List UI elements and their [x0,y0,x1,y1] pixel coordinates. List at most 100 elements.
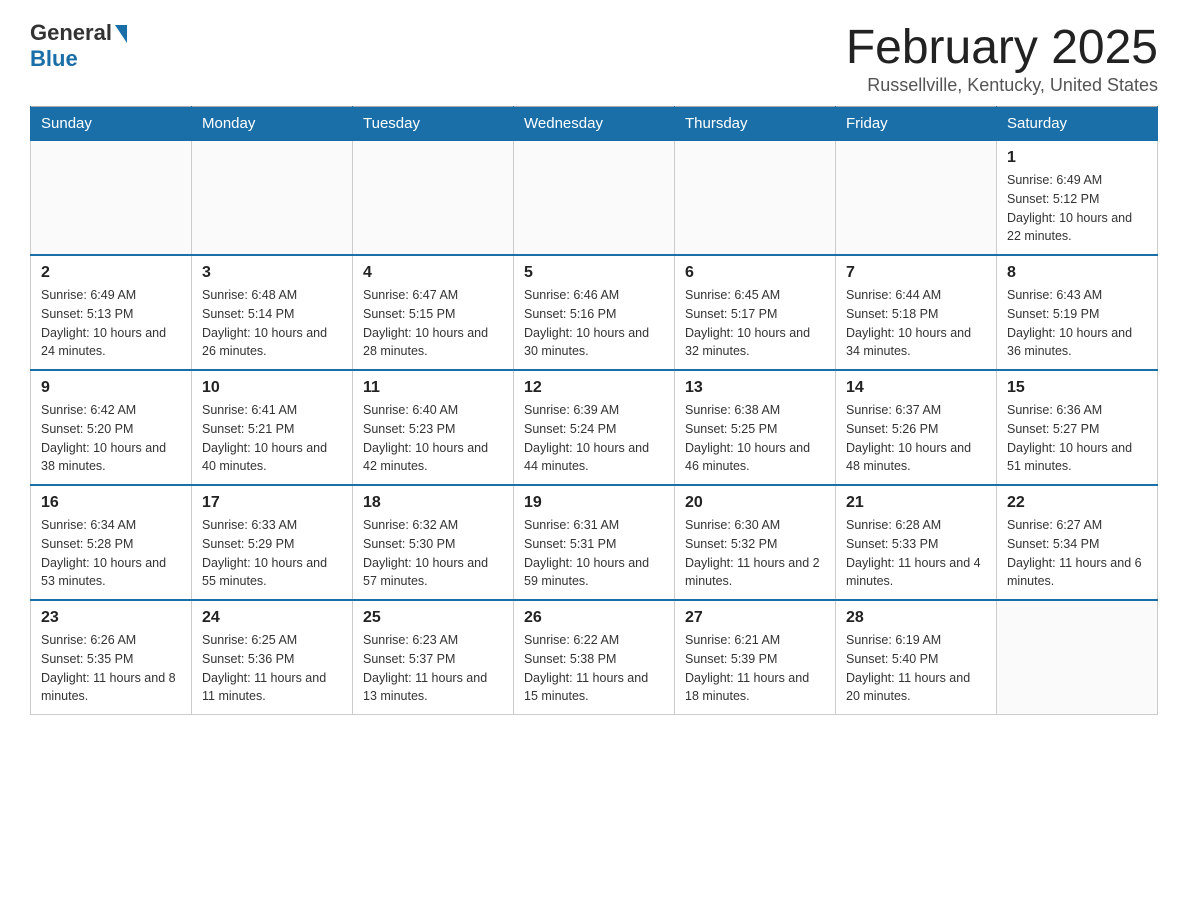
day-number: 22 [1007,494,1147,512]
calendar-cell: 7Sunrise: 6:44 AMSunset: 5:18 PMDaylight… [836,255,997,370]
calendar-cell [514,141,675,256]
calendar-cell [31,141,192,256]
day-number: 1 [1007,149,1147,167]
day-number: 25 [363,609,503,627]
weekday-header-monday: Monday [192,107,353,141]
calendar-cell: 11 Sunrise: 6:40 AMSunset: 5:23 PMDayligh… [353,370,514,485]
calendar-table: SundayMondayTuesdayWednesdayThursdayFrid… [30,106,1158,715]
day-number: 18 [363,494,503,512]
day-info: Sunrise: 6:26 AMSunset: 5:35 PMDaylight:… [41,631,181,706]
day-number: 3 [202,264,342,282]
day-info: Sunrise: 6:40 AMSunset: 5:23 PMDaylight:… [363,401,503,476]
calendar-cell: 23 Sunrise: 6:26 AMSunset: 5:35 PMDayligh… [31,600,192,715]
day-info: Sunrise: 6:32 AMSunset: 5:30 PMDaylight:… [363,516,503,591]
calendar-cell: 2 Sunrise: 6:49 AMSunset: 5:13 PMDaylight… [31,255,192,370]
calendar-cell: 21Sunrise: 6:28 AMSunset: 5:33 PMDayligh… [836,485,997,600]
day-number: 19 [524,494,664,512]
calendar-subtitle: Russellville, Kentucky, United States [846,75,1158,96]
day-info: Sunrise: 6:49 AMSunset: 5:12 PMDaylight:… [1007,171,1147,246]
calendar-cell: 8 Sunrise: 6:43 AMSunset: 5:19 PMDaylight… [997,255,1158,370]
calendar-cell: 15 Sunrise: 6:36 AMSunset: 5:27 PMDayligh… [997,370,1158,485]
day-info: Sunrise: 6:34 AMSunset: 5:28 PMDaylight:… [41,516,181,591]
day-number: 12 [524,379,664,397]
calendar-cell: 4 Sunrise: 6:47 AMSunset: 5:15 PMDaylight… [353,255,514,370]
calendar-week-4: 16Sunrise: 6:34 AMSunset: 5:28 PMDayligh… [31,485,1158,600]
calendar-cell: 25 Sunrise: 6:23 AMSunset: 5:37 PMDayligh… [353,600,514,715]
calendar-week-1: 1 Sunrise: 6:49 AMSunset: 5:12 PMDaylight… [31,141,1158,256]
day-number: 17 [202,494,342,512]
day-number: 7 [846,264,986,282]
calendar-cell: 12Sunrise: 6:39 AMSunset: 5:24 PMDayligh… [514,370,675,485]
calendar-cell: 19Sunrise: 6:31 AMSunset: 5:31 PMDayligh… [514,485,675,600]
title-area: February 2025 Russellville, Kentucky, Un… [846,20,1158,96]
weekday-header-thursday: Thursday [675,107,836,141]
day-info: Sunrise: 6:22 AMSunset: 5:38 PMDaylight:… [524,631,664,706]
day-number: 13 [685,379,825,397]
calendar-cell: 14Sunrise: 6:37 AMSunset: 5:26 PMDayligh… [836,370,997,485]
calendar-cell: 5Sunrise: 6:46 AMSunset: 5:16 PMDaylight… [514,255,675,370]
weekday-header-tuesday: Tuesday [353,107,514,141]
logo-arrow-icon [115,25,127,43]
calendar-cell: 3Sunrise: 6:48 AMSunset: 5:14 PMDaylight… [192,255,353,370]
weekday-header-friday: Friday [836,107,997,141]
calendar-cell [192,141,353,256]
calendar-cell: 18 Sunrise: 6:32 AMSunset: 5:30 PMDayligh… [353,485,514,600]
day-number: 21 [846,494,986,512]
day-info: Sunrise: 6:38 AMSunset: 5:25 PMDaylight:… [685,401,825,476]
day-info: Sunrise: 6:42 AMSunset: 5:20 PMDaylight:… [41,401,181,476]
logo: General Blue [30,20,127,72]
weekday-header-wednesday: Wednesday [514,107,675,141]
page-header: General Blue February 2025 Russellville,… [30,20,1158,96]
calendar-cell: 24Sunrise: 6:25 AMSunset: 5:36 PMDayligh… [192,600,353,715]
calendar-week-5: 23 Sunrise: 6:26 AMSunset: 5:35 PMDayligh… [31,600,1158,715]
calendar-title: February 2025 [846,20,1158,75]
day-number: 27 [685,609,825,627]
day-number: 10 [202,379,342,397]
logo-general-text: General [30,20,112,46]
logo-blue-text: Blue [30,46,78,72]
calendar-cell: 13 Sunrise: 6:38 AMSunset: 5:25 PMDayligh… [675,370,836,485]
weekday-header-saturday: Saturday [997,107,1158,141]
calendar-cell [353,141,514,256]
day-info: Sunrise: 6:43 AMSunset: 5:19 PMDaylight:… [1007,286,1147,361]
day-info: Sunrise: 6:36 AMSunset: 5:27 PMDaylight:… [1007,401,1147,476]
day-info: Sunrise: 6:30 AMSunset: 5:32 PMDaylight:… [685,516,825,591]
calendar-week-2: 2 Sunrise: 6:49 AMSunset: 5:13 PMDaylight… [31,255,1158,370]
day-info: Sunrise: 6:49 AMSunset: 5:13 PMDaylight:… [41,286,181,361]
day-number: 2 [41,264,181,282]
calendar-week-3: 9 Sunrise: 6:42 AMSunset: 5:20 PMDaylight… [31,370,1158,485]
day-info: Sunrise: 6:27 AMSunset: 5:34 PMDaylight:… [1007,516,1147,591]
calendar-cell [675,141,836,256]
calendar-cell [836,141,997,256]
day-number: 11 [363,379,503,397]
calendar-cell: 10 Sunrise: 6:41 AMSunset: 5:21 PMDayligh… [192,370,353,485]
day-info: Sunrise: 6:46 AMSunset: 5:16 PMDaylight:… [524,286,664,361]
day-number: 14 [846,379,986,397]
calendar-cell: 22 Sunrise: 6:27 AMSunset: 5:34 PMDayligh… [997,485,1158,600]
day-number: 28 [846,609,986,627]
day-info: Sunrise: 6:19 AMSunset: 5:40 PMDaylight:… [846,631,986,706]
day-number: 6 [685,264,825,282]
day-number: 4 [363,264,503,282]
weekday-header-sunday: Sunday [31,107,192,141]
calendar-cell: 1 Sunrise: 6:49 AMSunset: 5:12 PMDaylight… [997,141,1158,256]
day-number: 26 [524,609,664,627]
calendar-cell: 17 Sunrise: 6:33 AMSunset: 5:29 PMDayligh… [192,485,353,600]
day-info: Sunrise: 6:23 AMSunset: 5:37 PMDaylight:… [363,631,503,706]
day-number: 23 [41,609,181,627]
calendar-cell: 20 Sunrise: 6:30 AMSunset: 5:32 PMDayligh… [675,485,836,600]
calendar-cell: 27 Sunrise: 6:21 AMSunset: 5:39 PMDayligh… [675,600,836,715]
day-info: Sunrise: 6:41 AMSunset: 5:21 PMDaylight:… [202,401,342,476]
day-number: 20 [685,494,825,512]
day-info: Sunrise: 6:45 AMSunset: 5:17 PMDaylight:… [685,286,825,361]
day-info: Sunrise: 6:25 AMSunset: 5:36 PMDaylight:… [202,631,342,706]
day-info: Sunrise: 6:33 AMSunset: 5:29 PMDaylight:… [202,516,342,591]
calendar-cell: 6 Sunrise: 6:45 AMSunset: 5:17 PMDaylight… [675,255,836,370]
day-number: 8 [1007,264,1147,282]
day-number: 15 [1007,379,1147,397]
calendar-cell: 28 Sunrise: 6:19 AMSunset: 5:40 PMDayligh… [836,600,997,715]
day-info: Sunrise: 6:21 AMSunset: 5:39 PMDaylight:… [685,631,825,706]
weekday-header-row: SundayMondayTuesdayWednesdayThursdayFrid… [31,107,1158,141]
day-number: 9 [41,379,181,397]
day-info: Sunrise: 6:47 AMSunset: 5:15 PMDaylight:… [363,286,503,361]
